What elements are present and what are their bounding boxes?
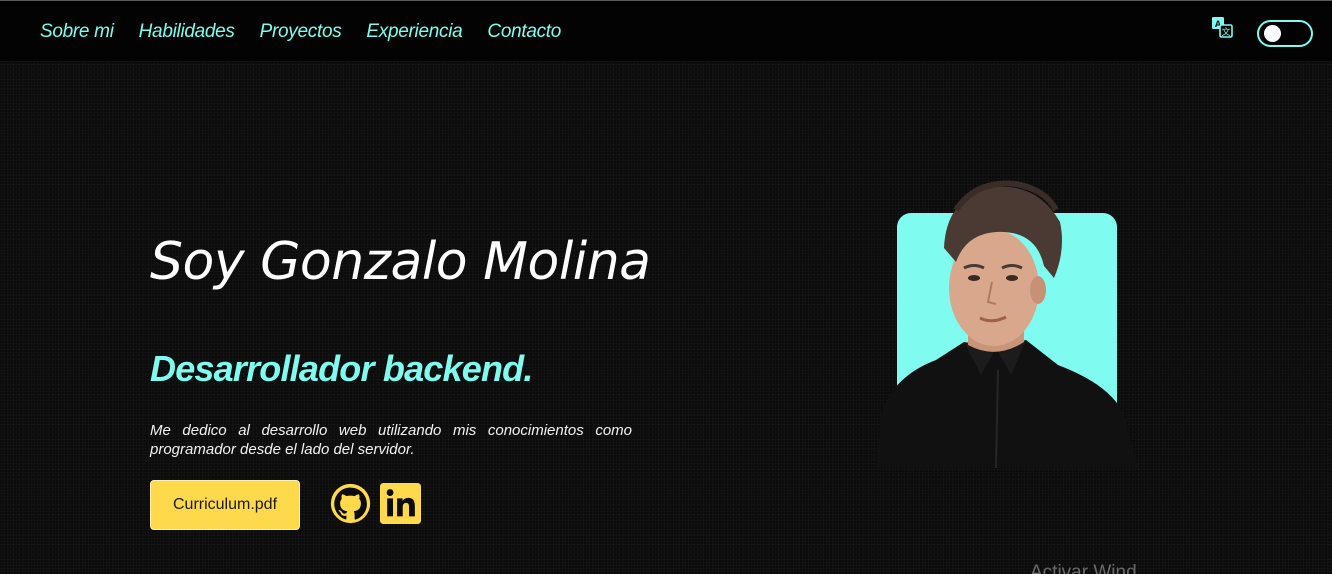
cv-download-button[interactable]: Curriculum.pdf (150, 480, 300, 530)
toggle-knob (1264, 25, 1281, 42)
nav-link-proyectos[interactable]: Proyectos (260, 21, 342, 43)
hero-description: Me dedico al desarrollo web utilizando m… (150, 422, 632, 458)
hero-role: Desarrollador backend. (150, 348, 533, 389)
nav-links: Sobre mi Habilidades Proyectos Experienc… (40, 21, 586, 43)
nav-link-habilidades[interactable]: Habilidades (139, 21, 235, 43)
github-icon[interactable] (330, 483, 371, 524)
profile-photo (876, 170, 1138, 468)
cv-button-label: Curriculum.pdf (172, 496, 278, 513)
nav-link-sobre-mi[interactable]: Sobre mi (40, 21, 114, 43)
profile-portrait (876, 180, 1138, 468)
svg-text:文: 文 (1221, 26, 1230, 38)
theme-toggle[interactable] (1257, 20, 1313, 47)
linkedin-icon[interactable] (380, 483, 421, 524)
nav-link-contacto[interactable]: Contacto (487, 21, 561, 43)
hero-name: Soy Gonzalo Molina (150, 232, 651, 292)
navbar: Sobre mi Habilidades Proyectos Experienc… (0, 1, 1332, 61)
translate-icon[interactable]: A 文 (1211, 16, 1233, 38)
windows-activation-watermark: Activar Wind (1030, 562, 1137, 574)
nav-link-experiencia[interactable]: Experiencia (366, 21, 462, 43)
